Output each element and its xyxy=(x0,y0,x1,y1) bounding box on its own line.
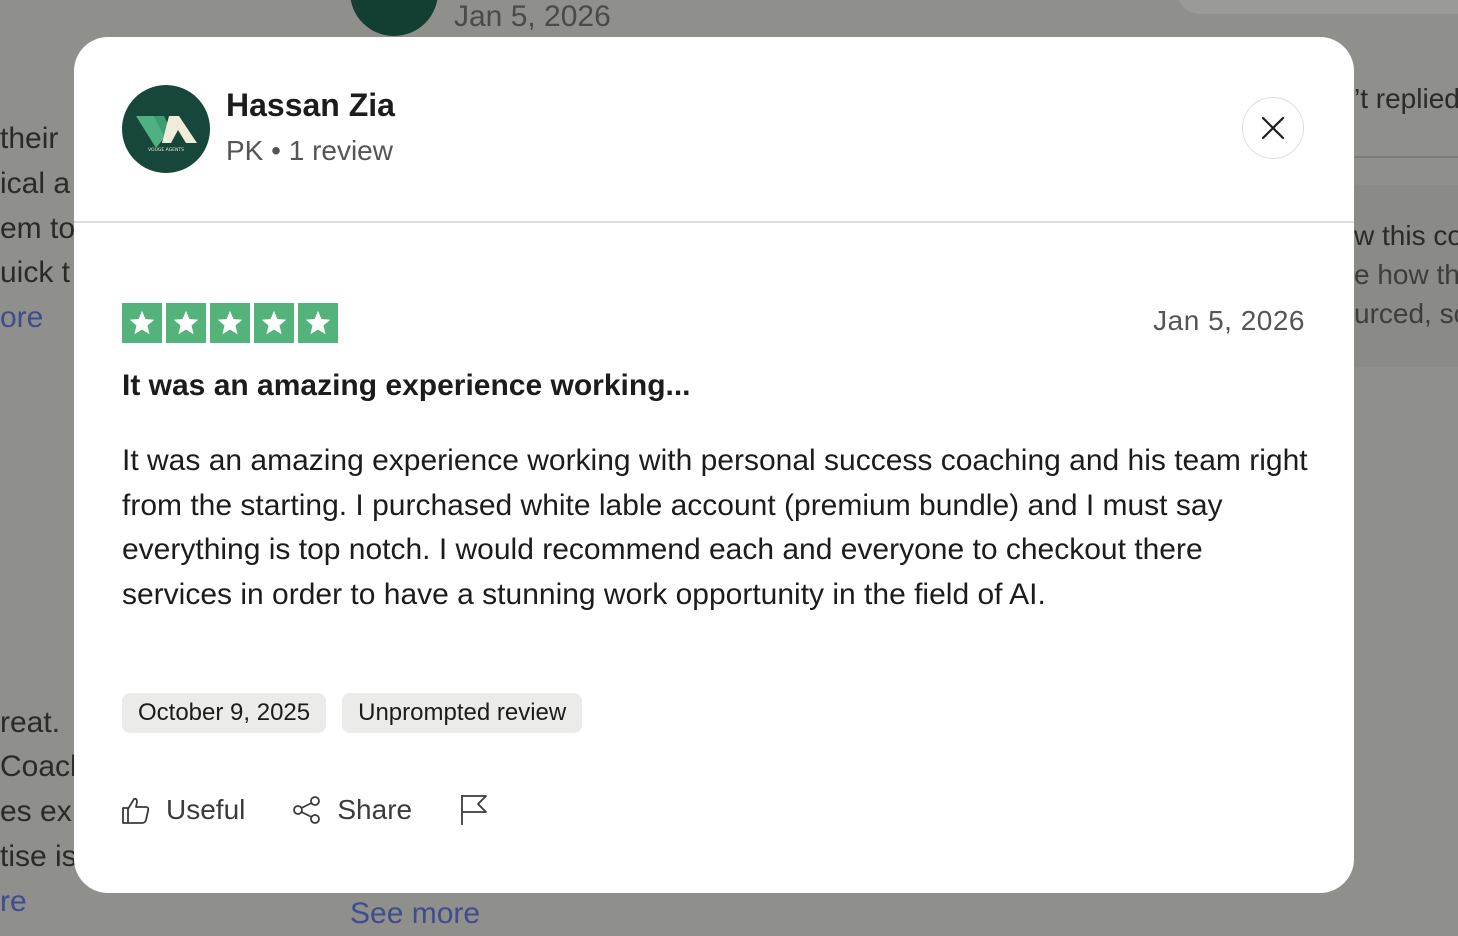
user-meta: PK • 1 review xyxy=(226,135,393,166)
background-avatar xyxy=(350,0,438,36)
close-icon xyxy=(1261,116,1285,140)
background-see-more-link[interactable]: See more xyxy=(350,899,480,929)
star-icon xyxy=(122,303,162,343)
useful-label: Useful xyxy=(166,794,246,825)
background-text: ical a xyxy=(0,167,71,200)
review-actions: Useful Share xyxy=(120,793,536,827)
close-button[interactable] xyxy=(1242,97,1304,159)
background-card xyxy=(1176,0,1458,14)
star-icon xyxy=(298,303,338,343)
share-button[interactable]: Share xyxy=(291,794,412,826)
background-text: es ex xyxy=(0,795,72,828)
experience-date-tag: October 9, 2025 xyxy=(122,693,327,733)
share-icon xyxy=(293,796,321,824)
background-text: em to xyxy=(0,212,76,245)
user-name[interactable]: Hassan Zia xyxy=(226,87,395,124)
flag-icon xyxy=(461,795,487,825)
report-button[interactable] xyxy=(458,793,490,827)
avatar-logo-icon: VOUGE AGENTS xyxy=(136,116,197,153)
review-body: It was an amazing experience working wit… xyxy=(122,444,1308,612)
background-text: tise is xyxy=(0,840,77,873)
avatar-logo-text: VOUGE AGENTS xyxy=(148,147,184,153)
modal-header: VOUGE AGENTS Hassan Zia PK • 1 review xyxy=(74,37,1354,223)
review-modal: VOUGE AGENTS Hassan Zia PK • 1 review Ja… xyxy=(74,37,1354,893)
review-tags: October 9, 2025 Unprompted review xyxy=(122,693,583,733)
review-date: Jan 5, 2026 xyxy=(1153,305,1305,336)
unprompted-review-tag[interactable]: Unprompted review xyxy=(342,693,583,733)
star-icon xyxy=(166,303,206,343)
background-divider xyxy=(1354,156,1458,158)
user-avatar[interactable]: VOUGE AGENTS xyxy=(122,85,210,173)
star-icon xyxy=(210,303,250,343)
background-see-more-link[interactable]: ore xyxy=(0,303,43,333)
star-rating xyxy=(122,303,338,343)
background-text: e how th xyxy=(1354,259,1458,290)
star-icon xyxy=(254,303,294,343)
share-label: Share xyxy=(337,794,413,825)
background-text: reat. xyxy=(0,706,61,739)
background-text: urced, so xyxy=(1354,298,1458,329)
background-text: w this co xyxy=(1354,220,1458,251)
useful-button[interactable]: Useful xyxy=(120,794,245,826)
background-text: ’t replied xyxy=(1354,83,1458,114)
background-see-more-link[interactable]: re xyxy=(0,887,27,917)
background-text: their xyxy=(0,122,59,155)
review-title: It was an amazing experience working... xyxy=(122,369,691,402)
background-review-date: Jan 5, 2026 xyxy=(454,0,611,33)
background-text: uick t xyxy=(0,256,71,289)
thumbs-up-icon xyxy=(122,797,150,824)
